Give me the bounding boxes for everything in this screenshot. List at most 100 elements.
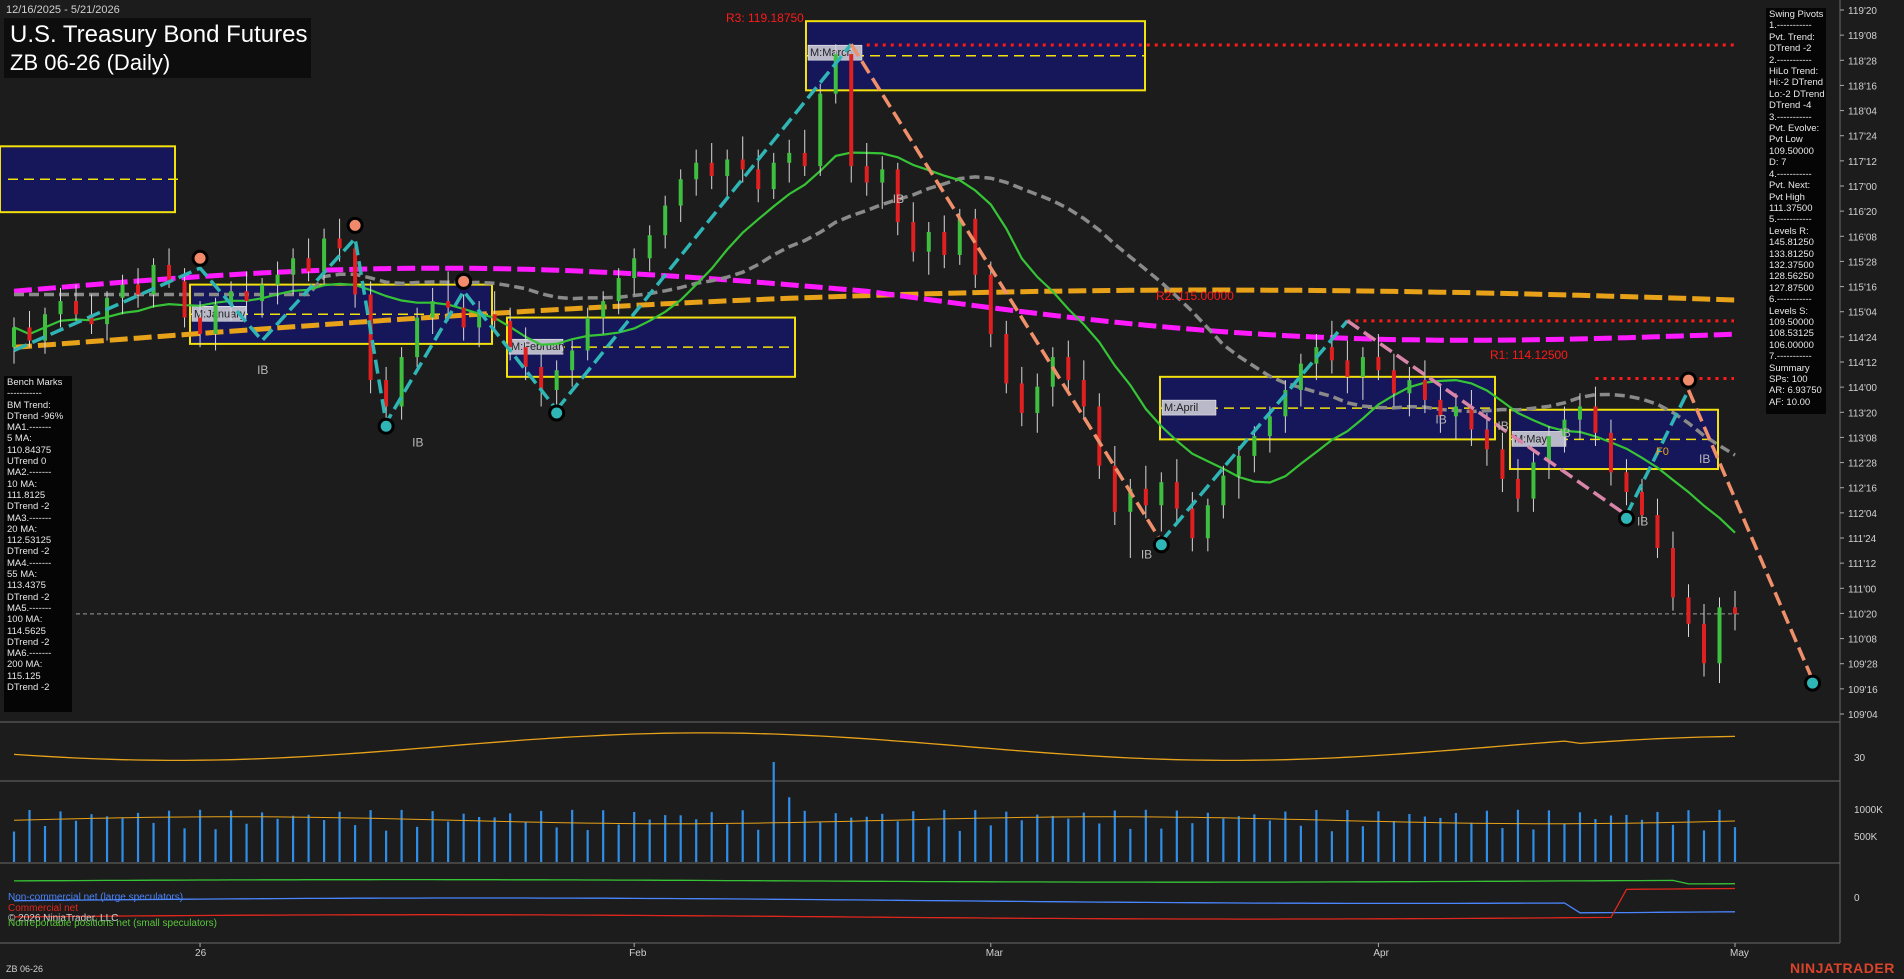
candle-body: [136, 284, 141, 295]
candle-body: [973, 218, 978, 275]
panel-line: 109.50000: [1769, 316, 1814, 328]
candle-body: [446, 301, 451, 308]
panel-line: Pvt Low: [1769, 134, 1803, 146]
candle-body: [1608, 432, 1613, 473]
panel-line: 106.00000: [1769, 339, 1814, 351]
candle-body: [1655, 515, 1660, 549]
panel-line: UTrend 0: [7, 456, 47, 468]
panel-line: 7.-----------: [1769, 351, 1812, 363]
panel-line: 55 MA:: [7, 569, 38, 581]
panel-line: DTrend -2: [7, 591, 50, 603]
candle-body: [585, 317, 590, 351]
candle-body: [1112, 465, 1117, 512]
panel-line: BM Trend:: [7, 399, 51, 411]
y-tick-label: 114'00: [1848, 383, 1877, 394]
candle-body: [1360, 357, 1365, 377]
panel-line: 200 MA:: [7, 659, 43, 671]
candle-body: [492, 314, 497, 321]
candle-body: [1345, 360, 1350, 377]
candle-body: [926, 231, 931, 252]
legend-noncommercial: Non-commercial net (large speculators): [8, 892, 184, 903]
panel-line: DTrend -2: [7, 636, 50, 648]
panel-line: 4.-----------: [1769, 168, 1812, 180]
candle-body: [1298, 363, 1303, 390]
panel-line: 145.81250: [1769, 237, 1814, 249]
y-tick-label: 118'16: [1848, 81, 1877, 92]
pivot-low: [1152, 536, 1170, 554]
y-tick-label: 111'12: [1848, 559, 1877, 570]
candle-body: [818, 93, 823, 167]
candle-body: [539, 366, 544, 390]
candle-body: [1004, 334, 1009, 384]
panel-line: 132.37500: [1769, 259, 1814, 271]
vol-tick-label: 500K: [1854, 832, 1878, 843]
panel-line: 100 MA:: [7, 614, 43, 626]
candle-body: [988, 274, 993, 335]
panel-line: 108.53125: [1769, 328, 1814, 340]
candle-body: [1221, 475, 1226, 506]
y-tick-label: 109'28: [1848, 660, 1878, 671]
candle-body: [1593, 406, 1598, 433]
legend-nonreportable: Nonreportable positions net (small specu…: [8, 918, 217, 929]
candle-body: [182, 281, 187, 318]
candle-body: [12, 327, 16, 348]
candle-body: [306, 258, 311, 272]
brand-logo: NINJATRADER: [1790, 960, 1895, 976]
candles: [12, 44, 1737, 684]
panel-line: HiLo Trend:: [1769, 66, 1819, 78]
swing-pivots-panel: Swing Pivots 1.----------- Pvt. Trend: DTre…: [1766, 8, 1826, 414]
panel-line: Pvt High: [1769, 191, 1805, 203]
candle-body: [911, 222, 916, 252]
y-tick-label: 115'04: [1848, 308, 1877, 319]
panel-line: Lo:-2 DTrend: [1769, 88, 1825, 100]
price-chart[interactable]: M:JanuaryM:FebruaryM:MarchM:AprilM:May R…: [0, 0, 1904, 979]
candle-body: [213, 304, 218, 335]
chart-subtitle: ZB 06-26 (Daily): [10, 50, 171, 75]
panel-line: 111.8125: [7, 489, 46, 501]
candle-body: [120, 284, 125, 298]
ib-label: IB: [412, 436, 423, 450]
panel-line: 1.-----------: [1769, 20, 1812, 32]
candle-body: [58, 301, 63, 315]
panel-line: AR: 6.93750: [1769, 385, 1822, 397]
candle-body: [260, 284, 265, 302]
y-tick-label: 110'08: [1848, 635, 1877, 646]
x-tick-label: 26: [195, 948, 207, 959]
candle-body: [167, 264, 172, 282]
candle-body: [663, 205, 668, 236]
ib-label: IB: [1637, 515, 1648, 529]
panel-line: 133.81250: [1769, 248, 1814, 260]
candle-body: [74, 301, 79, 315]
panel-line: 20 MA:: [7, 523, 38, 535]
panel-line: DTrend -2: [7, 546, 50, 558]
panel-line: MA6.-------: [7, 648, 52, 660]
y-tick-label: 116'20: [1848, 207, 1877, 218]
y-tick-label: 114'12: [1848, 358, 1877, 369]
pivot-high: [346, 216, 364, 234]
candle-body: [1484, 429, 1489, 450]
y-tick-label: 114'24: [1848, 333, 1877, 344]
candle-body: [198, 317, 203, 335]
panel-line: Pvt. Next:: [1769, 180, 1811, 192]
candle-body: [1252, 436, 1257, 456]
candle-body: [477, 314, 482, 328]
y-tick-label: 111'24: [1848, 534, 1877, 545]
y-tick-label: 117'24: [1848, 132, 1877, 143]
y-tick-label: 109'16: [1848, 685, 1878, 696]
panel-line: Hi:-2 DTrend: [1769, 77, 1824, 89]
cot-nonreportable: [13, 878, 1736, 885]
pivot-low: [1617, 509, 1635, 527]
candle-body: [957, 218, 962, 255]
panel-line: DTrend -2: [7, 501, 50, 513]
candle-body: [694, 162, 699, 180]
candle-body: [1097, 406, 1102, 466]
candle-body: [740, 159, 745, 170]
lower-panels: 30 1000K 500K 0: [12, 732, 1883, 920]
candle-body: [430, 301, 435, 318]
candle-body: [1701, 623, 1706, 664]
candle-body: [1190, 508, 1195, 539]
candle-body: [647, 235, 652, 259]
pivot-high: [191, 249, 209, 267]
panel-line: 128.56250: [1769, 271, 1814, 283]
panel-line: AF: 10.00: [1769, 396, 1811, 408]
